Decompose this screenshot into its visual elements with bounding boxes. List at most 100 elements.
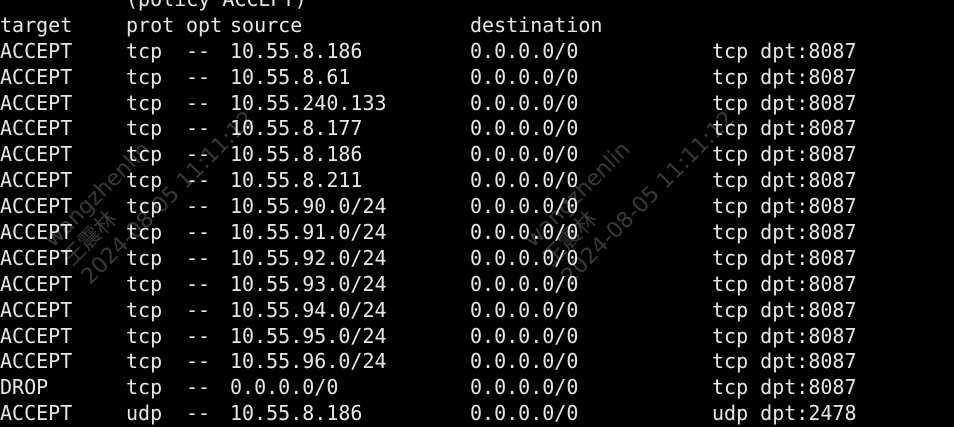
- rule-extra: tcp dpt:8087: [712, 90, 857, 115]
- rule-row: ACCEPT tcp -- 10.55.92.0/24 0.0.0.0/0 tcp dpt…: [0, 246, 954, 272]
- rule-prot: tcp: [126, 271, 163, 296]
- rule-extra: tcp dpt:8087: [712, 375, 857, 400]
- rule-destination: 0.0.0.0/0: [470, 297, 579, 322]
- rule-row: ACCEPT tcp -- 10.55.8.61 0.0.0.0/0 tcp dpt:80…: [0, 65, 954, 91]
- rule-row: ACCEPT tcp -- 10.55.91.0/24 0.0.0.0/0 tcp dpt…: [0, 220, 954, 246]
- rule-opt: --: [186, 116, 211, 141]
- rule-row: ACCEPT udp -- 10.55.8.186 0.0.0.0/0 udp dpt:2…: [0, 401, 954, 427]
- rule-row: ACCEPT tcp -- 10.55.90.0/24 0.0.0.0/0 tcp dpt…: [0, 194, 954, 220]
- rule-destination: 0.0.0.0/0: [470, 90, 579, 115]
- rule-prot: tcp: [126, 349, 163, 374]
- rule-opt: --: [186, 297, 211, 322]
- rule-destination: 0.0.0.0/0: [470, 220, 579, 245]
- terminal-output: (policy ACCEPT) target prot opt source d…: [0, 0, 954, 427]
- rule-opt: --: [186, 38, 211, 63]
- rule-prot: tcp: [126, 220, 163, 245]
- rule-opt: --: [186, 168, 211, 193]
- rule-opt: --: [186, 142, 211, 167]
- rule-source: 10.55.8.211: [230, 168, 363, 193]
- rule-destination: 0.0.0.0/0: [470, 375, 579, 400]
- rule-destination: 0.0.0.0/0: [470, 116, 579, 141]
- rule-target: DROP: [0, 375, 49, 400]
- rule-source: 10.55.93.0/24: [230, 271, 387, 296]
- rule-destination: 0.0.0.0/0: [470, 142, 579, 167]
- rule-extra: udp dpt:2478: [712, 401, 857, 426]
- rule-source: 10.55.8.186: [230, 38, 363, 63]
- rule-target: ACCEPT: [0, 401, 73, 426]
- rule-extra: tcp dpt:8087: [712, 168, 857, 193]
- rule-row: ACCEPT tcp -- 10.55.240.133 0.0.0.0/0 tcp dpt…: [0, 91, 954, 117]
- rule-opt: --: [186, 349, 211, 374]
- rule-source: 10.55.94.0/24: [230, 297, 387, 322]
- rule-row: DROP tcp -- 0.0.0.0/0 0.0.0.0/0 tcp dpt:8087: [0, 375, 954, 401]
- rule-destination: 0.0.0.0/0: [470, 38, 579, 63]
- rule-destination: 0.0.0.0/0: [470, 349, 579, 374]
- rule-opt: --: [186, 271, 211, 296]
- rule-prot: tcp: [126, 64, 163, 89]
- rule-destination: 0.0.0.0/0: [470, 64, 579, 89]
- rule-destination: 0.0.0.0/0: [470, 271, 579, 296]
- partial-top-line: (policy ACCEPT): [0, 0, 954, 13]
- rule-extra: tcp dpt:8087: [712, 349, 857, 374]
- rule-target: ACCEPT: [0, 142, 73, 167]
- rule-prot: udp: [126, 401, 163, 426]
- header-target: target: [0, 12, 73, 37]
- rule-target: ACCEPT: [0, 38, 73, 63]
- rule-target: ACCEPT: [0, 90, 73, 115]
- rule-opt: --: [186, 375, 211, 400]
- rule-row: ACCEPT tcp -- 10.55.93.0/24 0.0.0.0/0 tcp dpt…: [0, 272, 954, 298]
- rule-source: 10.55.90.0/24: [230, 194, 387, 219]
- rule-row: ACCEPT tcp -- 10.55.96.0/24 0.0.0.0/0 tcp dpt…: [0, 349, 954, 375]
- rule-row: ACCEPT tcp -- 10.55.94.0/24 0.0.0.0/0 tcp dpt…: [0, 298, 954, 324]
- rule-row: ACCEPT tcp -- 10.55.8.211 0.0.0.0/0 tcp dpt:8…: [0, 168, 954, 194]
- rule-prot: tcp: [126, 38, 163, 63]
- rule-extra: tcp dpt:8087: [712, 271, 857, 296]
- rule-source: 10.55.8.186: [230, 142, 363, 167]
- rule-source: 10.55.92.0/24: [230, 245, 387, 270]
- rule-target: ACCEPT: [0, 349, 73, 374]
- rule-prot: tcp: [126, 375, 163, 400]
- rule-target: ACCEPT: [0, 168, 73, 193]
- header-prot: prot: [126, 12, 175, 37]
- rule-row: ACCEPT tcp -- 10.55.8.186 0.0.0.0/0 tcp dpt:8…: [0, 39, 954, 65]
- rule-target: ACCEPT: [0, 297, 73, 322]
- rule-destination: 0.0.0.0/0: [470, 245, 579, 270]
- rule-prot: tcp: [126, 142, 163, 167]
- rule-row: ACCEPT tcp -- 10.55.95.0/24 0.0.0.0/0 tcp dpt…: [0, 324, 954, 350]
- header-source: source: [230, 12, 303, 37]
- rule-extra: tcp dpt:8087: [712, 194, 857, 219]
- rule-source: 10.55.8.61: [230, 64, 351, 89]
- rule-extra: tcp dpt:8087: [712, 220, 857, 245]
- rule-opt: --: [186, 401, 211, 426]
- rule-prot: tcp: [126, 90, 163, 115]
- rule-row: ACCEPT tcp -- 10.55.8.186 0.0.0.0/0 tcp dpt:8…: [0, 142, 954, 168]
- rule-target: ACCEPT: [0, 194, 73, 219]
- rule-target: ACCEPT: [0, 271, 73, 296]
- rule-rows: ACCEPT tcp -- 10.55.8.186 0.0.0.0/0 tcp dpt:8…: [0, 39, 954, 427]
- rule-source: 10.55.96.0/24: [230, 349, 387, 374]
- partial-top-text: (policy ACCEPT): [126, 0, 307, 13]
- rule-opt: --: [186, 323, 211, 348]
- rule-extra: tcp dpt:8087: [712, 142, 857, 167]
- rule-prot: tcp: [126, 323, 163, 348]
- rule-target: ACCEPT: [0, 64, 73, 89]
- rule-destination: 0.0.0.0/0: [470, 194, 579, 219]
- rule-source: 10.55.8.177: [230, 116, 363, 141]
- rule-row: ACCEPT tcp -- 10.55.8.177 0.0.0.0/0 tcp dpt:8…: [0, 116, 954, 142]
- header-row: target prot opt source destination: [0, 13, 954, 39]
- rule-target: ACCEPT: [0, 245, 73, 270]
- rule-source: 10.55.240.133: [230, 90, 387, 115]
- rule-prot: tcp: [126, 168, 163, 193]
- rule-opt: --: [186, 245, 211, 270]
- rule-opt: --: [186, 220, 211, 245]
- rule-destination: 0.0.0.0/0: [470, 401, 579, 426]
- rule-extra: tcp dpt:8087: [712, 245, 857, 270]
- rule-extra: tcp dpt:8087: [712, 323, 857, 348]
- rule-source: 10.55.8.186: [230, 401, 363, 426]
- rule-destination: 0.0.0.0/0: [470, 168, 579, 193]
- rule-opt: --: [186, 64, 211, 89]
- header-opt: opt: [186, 12, 223, 37]
- rule-prot: tcp: [126, 194, 163, 219]
- rule-prot: tcp: [126, 297, 163, 322]
- rule-opt: --: [186, 194, 211, 219]
